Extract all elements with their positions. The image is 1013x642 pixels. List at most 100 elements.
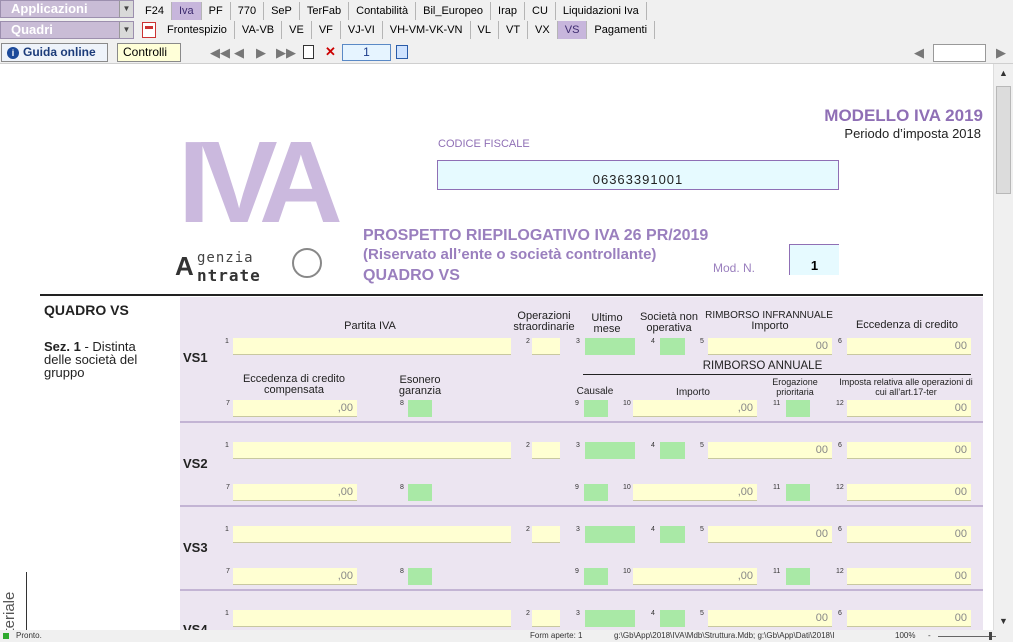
menu-item-irap[interactable]: Irap <box>491 2 526 20</box>
vs1-op-straordinarie-field[interactable] <box>532 338 560 355</box>
scroll-right-icon[interactable]: ▶ <box>996 45 1006 61</box>
vs3-eccedenza-compensata-field[interactable]: ,00 <box>233 568 357 585</box>
vs1-esonero-garanzia-field[interactable] <box>408 400 432 417</box>
quadro-tab-frontespizio[interactable]: Frontespizio <box>160 21 235 39</box>
quadro-tab-vx[interactable]: VX <box>528 21 558 39</box>
goto-field[interactable] <box>933 44 986 62</box>
quadro-tab-ve[interactable]: VE <box>282 21 312 39</box>
scroll-left-icon[interactable]: ◀ <box>914 45 924 61</box>
status-bar: Pronto. Form aperte: 1 g:\Gb\App\2018\IV… <box>0 630 1013 642</box>
vs2-op-straordinarie-field[interactable] <box>532 442 560 459</box>
menu-item-sep[interactable]: SeP <box>264 2 300 20</box>
vs2-causale-field[interactable] <box>584 484 608 501</box>
scroll-up-icon[interactable]: ▲ <box>994 64 1013 82</box>
vs4-societa-non-operativa-field[interactable] <box>660 610 685 627</box>
scroll-down-icon[interactable]: ▼ <box>994 612 1013 630</box>
first-page-icon[interactable]: ◀◀ <box>210 45 230 61</box>
vs2-rimborso-infrannuale-field[interactable]: 00 <box>708 442 832 459</box>
vs3-erogazione-prioritaria-field[interactable] <box>786 568 810 585</box>
quadro-tab-vs[interactable]: VS <box>557 21 588 39</box>
vs2-societa-non-operativa-field[interactable] <box>660 442 685 459</box>
field-number-label: 7 <box>226 484 230 491</box>
codice-fiscale-field[interactable]: 06363391001 <box>437 160 839 190</box>
quadri-dropdown[interactable]: Quadri ▼ <box>0 21 134 39</box>
chevron-down-icon[interactable]: ▼ <box>119 22 133 38</box>
menu-item-pf[interactable]: PF <box>202 2 231 20</box>
vs2-esonero-garanzia-field[interactable] <box>408 484 432 501</box>
menu-item-cu[interactable]: CU <box>525 2 556 20</box>
prev-page-icon[interactable]: ◀ <box>234 45 244 61</box>
field-number-label: 11 <box>773 484 781 491</box>
vs1-rimborso-infrannuale-field[interactable]: 00 <box>708 338 832 355</box>
quadro-tab-va-vb[interactable]: VA-VB <box>235 21 283 39</box>
vs3-partita-iva-field[interactable] <box>233 526 511 543</box>
chevron-down-icon[interactable]: ▼ <box>119 1 133 17</box>
quadro-tab-pagamenti[interactable]: Pagamenti <box>587 21 656 39</box>
zoom-slider[interactable] <box>938 636 996 637</box>
vs1-eccedenza-compensata-field[interactable]: ,00 <box>233 400 357 417</box>
quadro-tab-vl[interactable]: VL <box>471 21 499 39</box>
vs1-imposta-relativa-field[interactable]: 00 <box>847 400 971 417</box>
vs1-eccedenza-credito-field[interactable]: 00 <box>847 338 971 355</box>
quadro-tab-vt[interactable]: VT <box>499 21 529 39</box>
menu-item-liquidazioni-iva[interactable]: Liquidazioni Iva <box>556 2 647 20</box>
vertical-scrollbar[interactable]: ▲ ▼ <box>993 64 1013 630</box>
scroll-thumb[interactable] <box>996 86 1011 194</box>
page-number-field[interactable]: 1 <box>342 44 391 61</box>
row-label-vs4: VS4 <box>183 622 208 630</box>
pdf-icon[interactable] <box>142 22 156 38</box>
search-page-icon[interactable] <box>396 45 408 59</box>
vs1-erogazione-prioritaria-field[interactable] <box>786 400 810 417</box>
new-page-icon[interactable] <box>303 45 314 59</box>
vs3-eccedenza-credito-field[interactable]: 00 <box>847 526 971 543</box>
vs3-societa-non-operativa-field[interactable] <box>660 526 685 543</box>
menu-item-770[interactable]: 770 <box>231 2 265 20</box>
vs3-ultimo-mese-field[interactable] <box>585 526 635 543</box>
quadro-tab-vh-vm-vk-vn[interactable]: VH-VM-VK-VN <box>383 21 471 39</box>
field-number-label: 9 <box>575 568 579 575</box>
mod-number-field[interactable]: 1 <box>789 244 839 275</box>
quadro-tab-vj-vi[interactable]: VJ-VI <box>341 21 383 39</box>
vs3-causale-field[interactable] <box>584 568 608 585</box>
vs1-importo-annuale-field[interactable]: ,00 <box>633 400 757 417</box>
vs3-rimborso-infrannuale-field[interactable]: 00 <box>708 526 832 543</box>
vs3-imposta-relativa-field[interactable]: 00 <box>847 568 971 585</box>
vs1-ultimo-mese-field[interactable] <box>585 338 635 355</box>
guida-online-button[interactable]: i Guida online <box>1 43 108 62</box>
delete-page-icon[interactable]: ✕ <box>325 44 336 60</box>
vs3-importo-annuale-field[interactable]: ,00 <box>633 568 757 585</box>
menu-item-contabilit-[interactable]: Contabilità <box>349 2 417 20</box>
menu-item-terfab[interactable]: TerFab <box>300 2 350 20</box>
vs1-causale-field[interactable] <box>584 400 608 417</box>
vs4-op-straordinarie-field[interactable] <box>532 610 560 627</box>
last-page-icon[interactable]: ▶▶ <box>276 45 296 61</box>
vs4-rimborso-infrannuale-field[interactable]: 00 <box>708 610 832 627</box>
vs2-imposta-relativa-field[interactable]: 00 <box>847 484 971 501</box>
status-forms: Form aperte: 1 <box>530 631 583 640</box>
next-page-icon[interactable]: ▶ <box>256 45 266 61</box>
vs4-partita-iva-field[interactable] <box>233 610 511 627</box>
menu-item-bil-europeo[interactable]: Bil_Europeo <box>416 2 492 20</box>
applicazioni-dropdown[interactable]: Applicazioni ▼ <box>0 0 134 18</box>
vs2-eccedenza-credito-field[interactable]: 00 <box>847 442 971 459</box>
zoom-out-icon[interactable]: - <box>928 630 931 642</box>
menu-item-iva[interactable]: Iva <box>171 2 202 20</box>
entrate-text: ntrate <box>197 266 261 285</box>
vs4-eccedenza-credito-field[interactable]: 00 <box>847 610 971 627</box>
vs1-societa-non-operativa-field[interactable] <box>660 338 685 355</box>
vs1-partita-iva-field[interactable] <box>233 338 511 355</box>
vs3-esonero-garanzia-field[interactable] <box>408 568 432 585</box>
controlli-button[interactable]: Controlli <box>117 43 181 62</box>
menu-item-f24[interactable]: F24 <box>138 2 172 20</box>
top-menu-bar: F24 Iva PF 770 SeP TerFab Contabilità Bil_Europ… <box>138 2 647 20</box>
vs2-ultimo-mese-field[interactable] <box>585 442 635 459</box>
vs2-eccedenza-compensata-field[interactable]: ,00 <box>233 484 357 501</box>
vs2-erogazione-prioritaria-field[interactable] <box>786 484 810 501</box>
vs2-partita-iva-field[interactable] <box>233 442 511 459</box>
vs4-ultimo-mese-field[interactable] <box>585 610 635 627</box>
row-label-vs2: VS2 <box>183 456 208 471</box>
zoom-slider-thumb[interactable] <box>989 632 992 640</box>
quadro-tab-vf[interactable]: VF <box>312 21 341 39</box>
vs3-op-straordinarie-field[interactable] <box>532 526 560 543</box>
vs2-importo-annuale-field[interactable]: ,00 <box>633 484 757 501</box>
